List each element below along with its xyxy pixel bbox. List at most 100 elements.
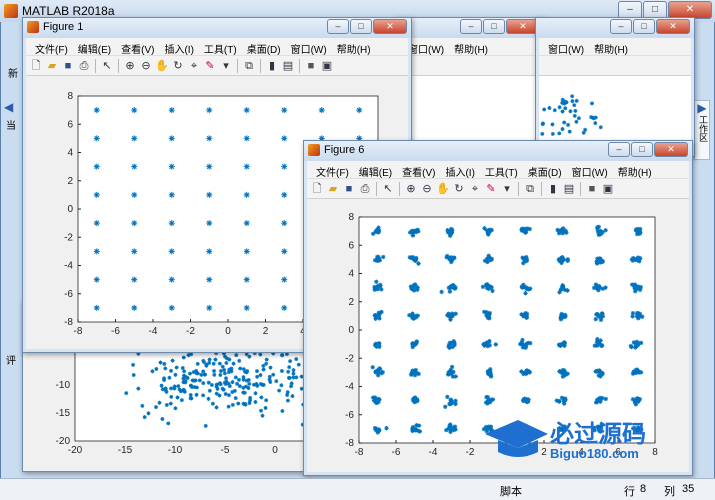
brush-icon[interactable]: ✎ (484, 182, 498, 196)
data-point (573, 108, 578, 113)
data-point (194, 371, 199, 376)
figure-1-close-button[interactable]: ✕ (373, 19, 407, 34)
menu-desktop[interactable]: 桌面(D) (242, 38, 286, 56)
colorbar-icon[interactable]: ▮ (265, 59, 279, 73)
matlab-logo-icon (4, 4, 18, 18)
zoom-out-icon[interactable]: ⊖ (139, 59, 153, 73)
y-tick-label: -15 (56, 408, 71, 419)
pan-icon[interactable]: ✋ (155, 59, 169, 73)
data-point (217, 393, 222, 398)
data-point (279, 383, 284, 388)
data-point (289, 381, 294, 386)
chevron-down-icon[interactable]: ▾ (219, 59, 233, 73)
toolstrip-tab[interactable]: 新 (8, 65, 18, 80)
menu-edit[interactable]: 编辑(E) (73, 38, 116, 56)
data-point (166, 421, 171, 426)
figure-6-minimize-button[interactable]: – (608, 142, 630, 157)
link-plot-icon[interactable]: ⧉ (523, 182, 537, 196)
data-point (93, 276, 100, 283)
menu-help[interactable]: 帮助(H) (613, 161, 657, 179)
rotate-icon[interactable]: ↻ (171, 59, 185, 73)
pointer-icon[interactable]: ↖ (100, 59, 114, 73)
figure-6-maximize-button[interactable]: □ (631, 142, 653, 157)
y-tick-label: -6 (64, 289, 73, 300)
x-tick-label: -6 (392, 447, 401, 458)
figure-6-close-button[interactable]: ✕ (654, 142, 688, 157)
figure-window-stacked-2[interactable]: – □ ✕ 窗口(W) 帮助(H) (395, 17, 545, 157)
new-figure-icon[interactable]: 🗋 (29, 59, 43, 73)
figure-1-maximize-button[interactable]: □ (350, 19, 372, 34)
menu-file[interactable]: 文件(F) (30, 38, 73, 56)
figure-1-toolbar: 🗋 ▰ ■ ⎙ ↖ ⊕ ⊖ ✋ ↻ ⌖ ✎ ▾ ⧉ ▮ ▤ ■ ▣ (26, 56, 408, 76)
link-plot-icon[interactable]: ⧉ (242, 59, 256, 73)
data-point (226, 404, 231, 409)
new-figure-icon[interactable]: 🗋 (310, 182, 324, 196)
print-icon[interactable]: ⎙ (358, 182, 372, 196)
data-point (206, 107, 213, 114)
hide-plot-tools-icon[interactable]: ■ (585, 182, 599, 196)
chevron-down-icon[interactable]: ▾ (500, 182, 514, 196)
data-point (593, 121, 598, 126)
data-point (634, 344, 639, 349)
figure-1-minimize-button[interactable]: – (327, 19, 349, 34)
menu-insert[interactable]: 插入(I) (440, 161, 479, 179)
hide-plot-tools-icon[interactable]: ■ (304, 59, 318, 73)
data-cursor-icon[interactable]: ⌖ (468, 182, 482, 196)
legend-icon[interactable]: ▤ (562, 182, 576, 196)
data-point (136, 386, 141, 391)
zoom-in-icon[interactable]: ⊕ (123, 59, 137, 73)
save-icon[interactable]: ■ (342, 182, 356, 196)
menu-tools[interactable]: 工具(T) (480, 161, 523, 179)
menu-window[interactable]: 窗口(W) (286, 38, 332, 56)
data-point (482, 226, 487, 231)
legend-icon[interactable]: ▤ (281, 59, 295, 73)
app-title: MATLAB R2018a (22, 4, 115, 18)
menu-file[interactable]: 文件(F) (311, 161, 354, 179)
menu-tools[interactable]: 工具(T) (199, 38, 242, 56)
menu-help[interactable]: 帮助(H) (332, 38, 376, 56)
print-icon[interactable]: ⎙ (77, 59, 91, 73)
data-point (318, 107, 325, 114)
data-point (567, 129, 572, 134)
figure-6-menubar: 文件(F) 编辑(E) 查看(V) 插入(I) 工具(T) 桌面(D) 窗口(W… (307, 161, 689, 179)
data-point (568, 109, 573, 114)
data-point (93, 107, 100, 114)
data-point (243, 401, 248, 406)
data-point (542, 107, 547, 112)
colorbar-icon[interactable]: ▮ (546, 182, 560, 196)
data-point (179, 398, 184, 403)
data-point (131, 362, 136, 367)
show-plot-tools-icon[interactable]: ▣ (320, 59, 334, 73)
workspace-tab[interactable]: 工作区 (697, 115, 710, 142)
x-tick-label: -4 (149, 326, 158, 337)
menu-view[interactable]: 查看(V) (397, 161, 440, 179)
pointer-icon[interactable]: ↖ (381, 182, 395, 196)
menu-insert[interactable]: 插入(I) (159, 38, 198, 56)
workspace-side-panel[interactable]: ▶ 工作区 (694, 100, 710, 160)
back-arrow-icon[interactable]: ◀ (4, 100, 13, 114)
open-file-icon[interactable]: ▰ (45, 59, 59, 73)
save-icon[interactable]: ■ (61, 59, 75, 73)
figure-window-stacked-3[interactable]: – □ ✕ 窗口(W) 帮助(H) (535, 17, 695, 157)
data-cursor-icon[interactable]: ⌖ (187, 59, 201, 73)
menu-desktop[interactable]: 桌面(D) (523, 161, 567, 179)
forward-arrow-icon[interactable]: ▶ (695, 101, 709, 115)
pan-icon[interactable]: ✋ (436, 182, 450, 196)
brush-icon[interactable]: ✎ (203, 59, 217, 73)
data-point (281, 276, 288, 283)
open-file-icon[interactable]: ▰ (326, 182, 340, 196)
data-point (218, 372, 223, 377)
data-point (168, 401, 173, 406)
data-point (562, 398, 567, 403)
data-point (223, 392, 228, 397)
menu-window[interactable]: 窗口(W) (567, 161, 613, 179)
data-point (565, 371, 570, 376)
menu-edit[interactable]: 编辑(E) (354, 161, 397, 179)
menu-view[interactable]: 查看(V) (116, 38, 159, 56)
y-tick-label: 0 (67, 204, 73, 215)
zoom-in-icon[interactable]: ⊕ (404, 182, 418, 196)
rotate-icon[interactable]: ↻ (452, 182, 466, 196)
data-point (217, 381, 222, 386)
zoom-out-icon[interactable]: ⊖ (420, 182, 434, 196)
show-plot-tools-icon[interactable]: ▣ (601, 182, 615, 196)
